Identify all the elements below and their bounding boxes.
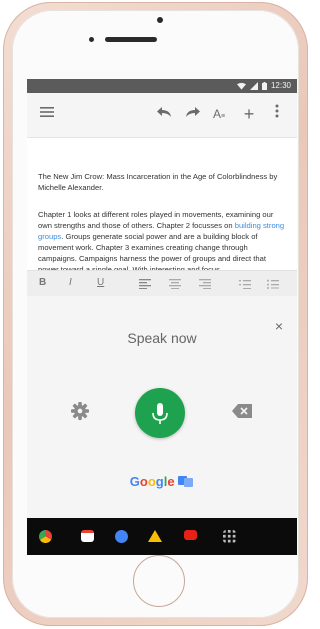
mic-icon	[152, 403, 168, 424]
app-dock	[27, 518, 297, 555]
contacts-icon[interactable]	[115, 530, 128, 543]
microphone-button[interactable]	[135, 388, 185, 438]
front-camera	[157, 17, 163, 23]
editor-toolbar: A≡ +	[27, 93, 297, 138]
battery-icon	[261, 81, 267, 90]
underline-button[interactable]: U	[97, 277, 104, 288]
status-bar: 12:30	[27, 79, 297, 93]
signal-icon	[249, 81, 258, 90]
speak-now-prompt: Speak now	[127, 330, 197, 346]
bulleted-list-icon[interactable]	[267, 279, 279, 289]
drive-icon[interactable]	[148, 530, 162, 542]
settings-gear-icon[interactable]	[71, 402, 89, 420]
align-left-icon[interactable]	[139, 279, 151, 289]
chrome-icon[interactable]	[39, 530, 52, 543]
doc-title-paragraph: The New Jim Crow: Mass Incarceration in …	[38, 172, 278, 192]
google-logo-letter: G	[129, 474, 140, 489]
bold-button[interactable]: B	[39, 277, 46, 288]
phone-screen: 12:30 A≡ + The New Jim Crow: Mass Incarc…	[27, 79, 297, 555]
voice-input-panel: Speak now × Google	[27, 296, 297, 518]
undo-icon[interactable]	[155, 104, 175, 124]
align-right-icon[interactable]	[199, 279, 211, 289]
italic-button[interactable]: I	[69, 277, 72, 288]
numbered-list-icon[interactable]	[239, 279, 251, 289]
plus-icon[interactable]: +	[239, 104, 259, 124]
menu-icon[interactable]	[37, 104, 57, 124]
google-logo-letter: o	[147, 474, 156, 489]
backspace-icon[interactable]	[232, 404, 252, 418]
doc-text-continued: . Groups generate social power and are a…	[38, 232, 266, 274]
google-logo-letter: o	[139, 474, 148, 489]
close-icon[interactable]: ×	[275, 318, 283, 334]
google-logo-letter: e	[167, 474, 175, 489]
align-center-icon[interactable]	[169, 279, 181, 289]
wifi-icon	[236, 82, 246, 90]
gmail-icon[interactable]	[81, 530, 94, 542]
status-time: 12:30	[270, 81, 291, 90]
youtube-icon[interactable]	[184, 530, 197, 540]
home-button[interactable]	[133, 555, 185, 607]
google-logo: Google	[27, 474, 297, 489]
format-bar: B I U	[27, 270, 297, 297]
redo-icon[interactable]	[182, 104, 202, 124]
apps-grid-icon[interactable]	[223, 530, 236, 543]
text-format-icon[interactable]: A≡	[209, 104, 229, 124]
earpiece-speaker	[105, 37, 157, 42]
google-logo-letter: g	[155, 474, 164, 489]
translate-icon	[178, 476, 194, 487]
more-vert-icon[interactable]	[267, 104, 287, 124]
proximity-sensor	[89, 37, 94, 42]
